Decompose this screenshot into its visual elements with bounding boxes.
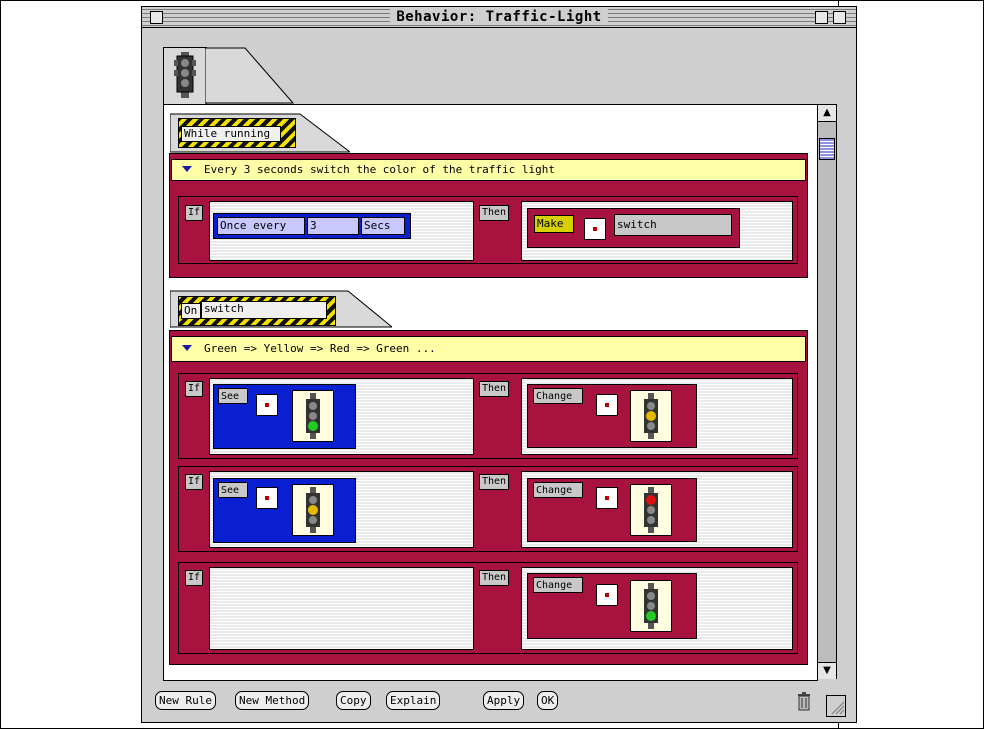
self-reference-icon[interactable] [256,394,278,416]
self-reference-icon[interactable] [596,584,618,606]
see-verb: See [218,388,248,404]
while-running-label: While running [181,126,281,142]
make-verb: Make [534,215,574,233]
change-verb: Change [533,482,583,498]
scroll-thumb[interactable] [819,138,835,160]
new-rule-button[interactable]: New Rule [155,691,216,710]
traffic-light-red-icon[interactable] [630,484,672,536]
disclosure-triangle-icon[interactable] [182,166,192,172]
window-title: Behavior: Traffic-Light [390,9,608,25]
traffic-light-icon [174,52,196,98]
then-label: Then [479,381,510,397]
resize-grow-icon[interactable] [826,695,846,717]
scroll-down-arrow-icon[interactable]: ▼ [818,662,836,679]
self-reference-icon[interactable] [256,487,278,509]
self-reference-icon[interactable] [584,218,606,240]
agent-tab-edge [205,47,295,104]
traffic-light-green-icon[interactable] [630,580,672,632]
on-label: On [181,303,201,319]
apply-button[interactable]: Apply [483,691,525,710]
ok-button[interactable]: OK [537,691,559,710]
then-label: Then [479,205,510,221]
vertical-scrollbar[interactable]: ▲ ▼ [817,104,837,679]
collapse-box[interactable] [833,11,846,24]
scroll-up-arrow-icon[interactable]: ▲ [818,105,836,122]
zoom-box[interactable] [815,11,828,24]
traffic-light-yellow-icon[interactable] [292,484,334,536]
self-reference-icon[interactable] [596,394,618,416]
method-comment[interactable]: Green => Yellow => Red => Green ... [171,336,806,362]
copy-button[interactable]: Copy [336,691,371,710]
change-verb: Change [533,388,583,404]
then-label: Then [479,570,510,586]
disclosure-triangle-icon[interactable] [182,345,192,351]
rule-comment[interactable]: Every 3 seconds switch the color of the … [171,159,806,181]
change-verb: Change [533,577,583,593]
new-method-button[interactable]: New Method [235,691,310,710]
if-label: If [185,381,204,397]
traffic-light-green-icon[interactable] [292,390,334,442]
unit-label: Secs [361,217,405,235]
self-reference-icon[interactable] [596,487,618,509]
condition-prefix: Once every [217,217,305,235]
see-verb: See [218,482,248,498]
explain-button[interactable]: Explain [386,691,441,710]
message-name-field[interactable]: switch [201,301,327,319]
message-field[interactable]: switch [614,214,732,236]
traffic-light-yellow-icon[interactable] [630,390,672,442]
if-label: If [185,205,204,221]
interval-field[interactable]: 3 [307,217,359,235]
if-pane-empty[interactable] [209,567,474,650]
rule-comment-text: Every 3 seconds switch the color of the … [204,163,555,176]
then-label: Then [479,474,510,490]
if-label: If [185,474,204,490]
title-bar[interactable]: Behavior: Traffic-Light [142,7,856,28]
if-label: If [185,570,204,586]
trash-icon[interactable] [797,691,811,711]
method-comment-text: Green => Yellow => Red => Green ... [204,342,436,355]
